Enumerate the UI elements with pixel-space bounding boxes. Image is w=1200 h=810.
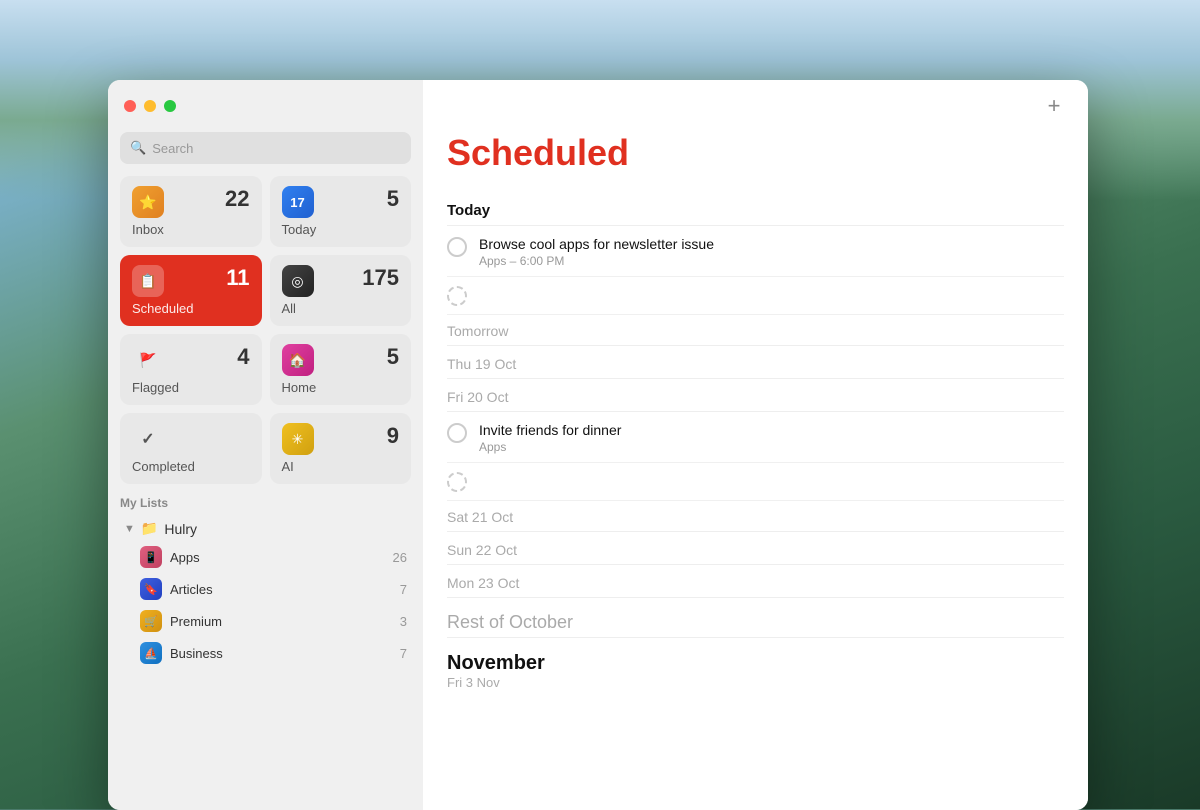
scheduled-label: Scheduled [132, 301, 250, 316]
hulry-group: ▼ 📁 Hulry 📱 Apps 26 🔖 Articles 7 [120, 516, 411, 669]
search-icon: 🔍 [130, 140, 146, 156]
search-placeholder: Search [152, 141, 193, 156]
task-checkbox-dashed2[interactable] [447, 472, 467, 492]
flagged-label: Flagged [132, 380, 250, 395]
task-title: Browse cool apps for newsletter issue [479, 236, 1064, 252]
scheduled-count: 11 [226, 265, 249, 291]
home-count: 5 [387, 344, 399, 370]
ai-icon: ✳ [282, 423, 314, 455]
november-header: November [447, 652, 1064, 675]
smart-card-home[interactable]: 🏠 5 Home [270, 334, 412, 405]
all-icon: ◎ [282, 265, 314, 297]
hulry-group-toggle[interactable]: ▼ 📁 Hulry [120, 516, 411, 541]
all-label: All [282, 301, 400, 316]
task-checkbox-dinner[interactable] [447, 423, 467, 443]
flagged-count: 4 [237, 344, 249, 370]
main-content: + Scheduled Today Browse cool apps for n… [423, 80, 1088, 810]
inbox-icon: ⭐ [132, 186, 164, 218]
ai-label: AI [282, 459, 400, 474]
premium-list-name: Premium [170, 614, 400, 629]
home-icon: 🏠 [282, 344, 314, 376]
premium-list-icon: 🛒 [140, 610, 162, 632]
completed-icon: ✓ [132, 423, 164, 455]
section-rest-october: Rest of October [447, 612, 573, 632]
articles-list-icon: 🔖 [140, 578, 162, 600]
task-checkbox[interactable] [447, 237, 467, 257]
today-label: Today [282, 222, 400, 237]
home-label: Home [282, 380, 400, 395]
smart-card-scheduled[interactable]: 📋 11 Scheduled [120, 255, 262, 326]
smart-card-all[interactable]: ◎ 175 All [270, 255, 412, 326]
minimize-button[interactable] [144, 100, 156, 112]
section-sat21: Sat 21 Oct [447, 501, 1064, 532]
task-row-empty [447, 277, 1064, 315]
smart-card-completed[interactable]: ✓ Completed [120, 413, 262, 484]
folder-icon: 📁 [141, 520, 158, 537]
task-row: Browse cool apps for newsletter issue Ap… [447, 228, 1064, 277]
smart-card-inbox[interactable]: ⭐ 22 Inbox [120, 176, 262, 247]
task-meta: Apps – 6:00 PM [479, 254, 1064, 268]
task-row-dinner: Invite friends for dinner Apps [447, 414, 1064, 463]
smart-card-top: ⭐ 22 [132, 186, 250, 218]
page-title: Scheduled [447, 132, 1064, 174]
all-count: 175 [362, 265, 399, 291]
today-icon: 17 [282, 186, 314, 218]
smart-card-today[interactable]: 17 5 Today [270, 176, 412, 247]
business-list-count: 7 [400, 646, 407, 661]
section-tomorrow: Tomorrow [447, 315, 1064, 346]
hulry-group-name: Hulry [164, 521, 197, 537]
completed-label: Completed [132, 459, 250, 474]
inbox-count: 22 [225, 186, 249, 212]
titlebar [108, 80, 423, 132]
business-list-icon: ⛵ [140, 642, 162, 664]
my-lists-section: My Lists ▼ 📁 Hulry 📱 Apps 26 🔖 [108, 496, 423, 810]
search-bar[interactable]: 🔍 Search [120, 132, 411, 164]
list-item-articles[interactable]: 🔖 Articles 7 [120, 573, 411, 605]
apps-list-name: Apps [170, 550, 393, 565]
smart-lists-grid: ⭐ 22 Inbox 17 5 Today [108, 176, 423, 496]
section-today: Today [447, 194, 1064, 226]
articles-list-name: Articles [170, 582, 400, 597]
premium-list-count: 3 [400, 614, 407, 629]
smart-card-ai[interactable]: ✳ 9 AI [270, 413, 412, 484]
today-count: 5 [387, 186, 399, 212]
list-item-premium[interactable]: 🛒 Premium 3 [120, 605, 411, 637]
section-fri20: Fri 20 Oct [447, 381, 1064, 412]
fullscreen-button[interactable] [164, 100, 176, 112]
sidebar: 🔍 Search ⭐ 22 Inbox 17 [108, 80, 423, 810]
section-november: November Fri 3 Nov [447, 640, 1064, 692]
chevron-down-icon: ▼ [124, 523, 135, 535]
section-thu19: Thu 19 Oct [447, 348, 1064, 379]
scheduled-icon: 📋 [132, 265, 164, 297]
close-button[interactable] [124, 100, 136, 112]
smart-card-flagged[interactable]: 🚩 4 Flagged [120, 334, 262, 405]
main-header: + [423, 80, 1088, 132]
apps-list-count: 26 [393, 550, 407, 565]
task-checkbox-dashed[interactable] [447, 286, 467, 306]
task-info-dinner: Invite friends for dinner Apps [479, 422, 1064, 454]
articles-list-count: 7 [400, 582, 407, 597]
add-task-button[interactable]: + [1040, 92, 1068, 120]
app-window: 🔍 Search ⭐ 22 Inbox 17 [108, 80, 1088, 810]
task-title-dinner: Invite friends for dinner [479, 422, 1064, 438]
list-item-apps[interactable]: 📱 Apps 26 [120, 541, 411, 573]
business-list-name: Business [170, 646, 400, 661]
apps-list-icon: 📱 [140, 546, 162, 568]
inbox-label: Inbox [132, 222, 250, 237]
task-row-empty2 [447, 463, 1064, 501]
november-subheader: Fri 3 Nov [447, 675, 1064, 690]
flagged-icon: 🚩 [132, 344, 164, 376]
section-sun22: Sun 22 Oct [447, 534, 1064, 565]
task-info: Browse cool apps for newsletter issue Ap… [479, 236, 1064, 268]
main-body: Scheduled Today Browse cool apps for new… [423, 132, 1088, 810]
list-item-business[interactable]: ⛵ Business 7 [120, 637, 411, 669]
my-lists-header: My Lists [120, 496, 411, 510]
task-meta-dinner: Apps [479, 440, 1064, 454]
ai-count: 9 [387, 423, 399, 449]
section-mon23: Mon 23 Oct [447, 567, 1064, 598]
